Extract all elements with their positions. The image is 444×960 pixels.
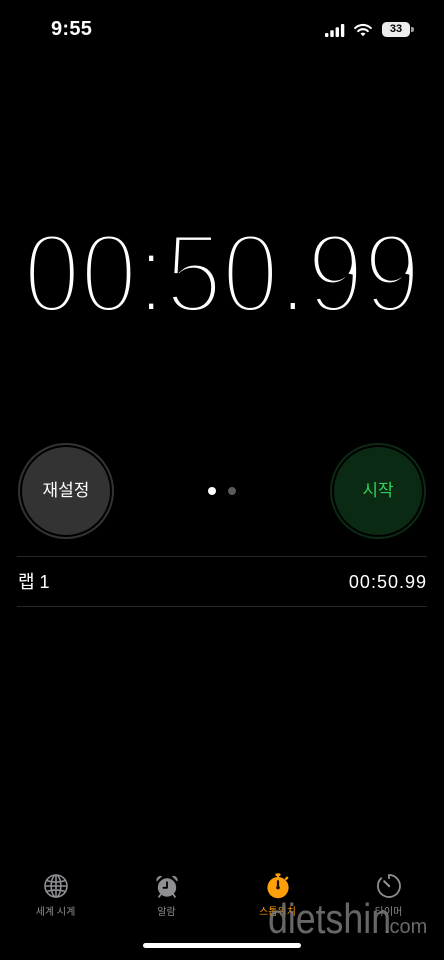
watermark-suffix: .com	[384, 916, 428, 938]
lap-divider-bottom	[17, 606, 427, 607]
cellular-signal-icon	[325, 24, 345, 37]
lap-time: 00:50.99	[348, 572, 427, 592]
watermark-text: dietshin	[268, 895, 392, 942]
battery-percentage: 33	[389, 23, 403, 35]
wifi-icon	[354, 23, 372, 37]
alarm-clock-icon	[155, 875, 178, 898]
tab-world-clock[interactable]: 세계 시계	[0, 870, 111, 922]
battery-icon: 33	[382, 22, 410, 37]
tab-label-alarm: 알람	[157, 907, 176, 918]
tab-label-world-clock: 세계 시계	[35, 907, 76, 918]
stopwatch-screen: 9:55 33 00:50.99 재설정 시작 랩 1 00:50.99 세계 …	[0, 0, 444, 960]
page-indicator[interactable]	[208, 487, 236, 495]
home-indicator[interactable]	[143, 943, 301, 948]
page-dot-active	[208, 487, 216, 495]
battery-nub	[411, 27, 414, 32]
lap-label: 랩 1	[18, 572, 50, 592]
status-bar-time: 9:55	[51, 18, 93, 40]
start-button[interactable]: 시작	[330, 443, 426, 539]
globe-icon	[43, 874, 68, 898]
page-dot-inactive	[228, 487, 236, 495]
tab-alarm[interactable]: 알람	[111, 870, 222, 922]
reset-button[interactable]: 재설정	[18, 443, 114, 539]
lap-row: 랩 1 00:50.99	[0, 557, 444, 606]
elapsed-time-display: 00:50.99	[21, 211, 423, 336]
